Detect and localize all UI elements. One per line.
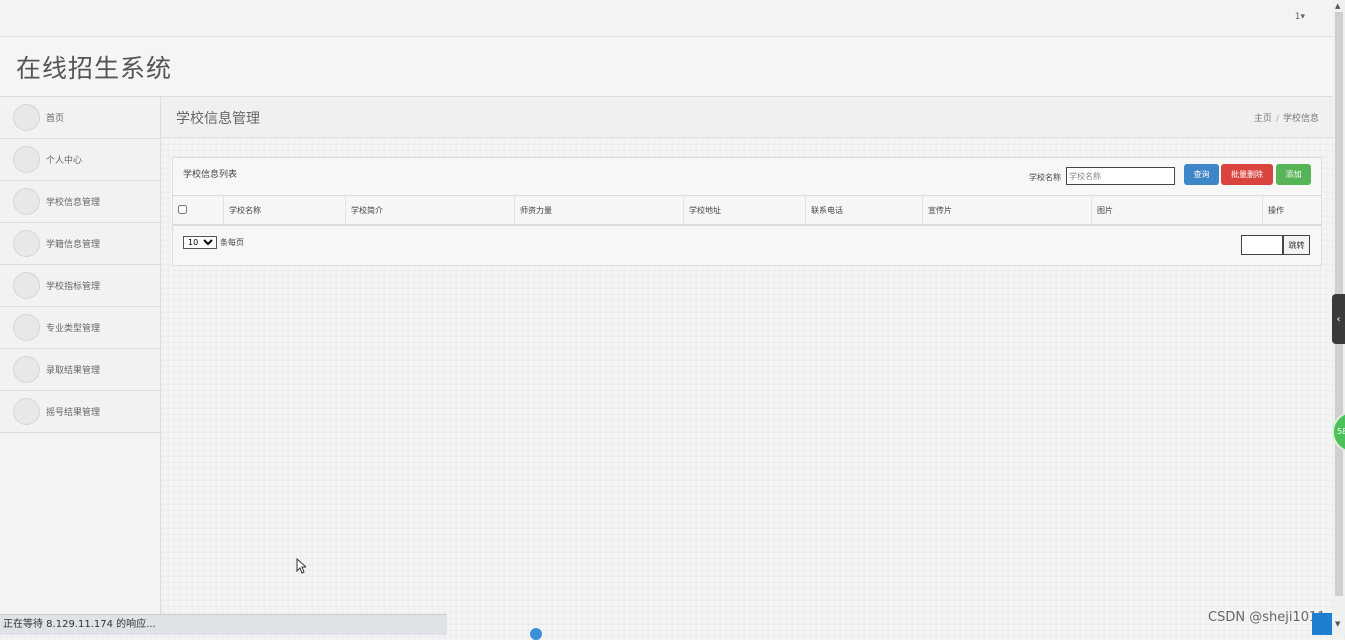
sidebar-item-personal-center[interactable]: 个人中心 — [0, 139, 160, 181]
column-header: 操作 — [1262, 195, 1321, 226]
search-label: 学校名称 — [1029, 173, 1061, 182]
sidebar-item-label: 学校信息管理 — [46, 198, 101, 208]
sidebar-item-admission-result[interactable]: 录取结果管理 — [0, 349, 160, 391]
menu-circle-icon — [13, 188, 40, 215]
column-header[interactable]: 图片 — [1091, 195, 1263, 226]
sidebar-item-student-status[interactable]: 学籍信息管理 — [0, 223, 160, 265]
sidebar-item-home[interactable]: 首页 — [0, 97, 160, 139]
select-all-cell — [173, 195, 224, 226]
browser-status-bar: 正在等待 8.129.11.174 的响应... — [0, 614, 447, 635]
menu-circle-icon — [13, 398, 40, 425]
app-header: 在线招生系统 — [0, 37, 1333, 97]
menu-circle-icon — [13, 230, 40, 257]
panel-title: 学校信息列表 — [183, 170, 238, 180]
mouse-cursor-icon — [296, 558, 306, 574]
per-page-label: 条每页 — [220, 238, 244, 247]
column-header[interactable]: 学校名称 — [223, 195, 346, 226]
menu-circle-icon — [13, 356, 40, 383]
column-header[interactable]: 学校地址 — [683, 195, 806, 226]
scroll-up-arrow-icon[interactable]: ▲ — [1335, 2, 1340, 10]
breadcrumb-current: 学校信息 — [1282, 114, 1319, 124]
chevron-left-icon: ‹ — [1336, 313, 1341, 325]
content-header: 学校信息管理 主页 / 学校信息 — [161, 97, 1333, 138]
top-bar: 1▾ — [0, 0, 1333, 37]
pager: 10 条每页 — [183, 236, 244, 249]
menu-circle-icon — [13, 272, 40, 299]
sidebar-item-label: 个人中心 — [46, 156, 83, 166]
sidebar-item-lottery-result[interactable]: 摇号结果管理 — [0, 391, 160, 433]
breadcrumb-separator: / — [1275, 114, 1279, 124]
loading-indicator-icon — [530, 628, 542, 640]
breadcrumb: 主页 / 学校信息 — [1254, 111, 1319, 124]
sidebar-item-label: 录取结果管理 — [46, 366, 101, 376]
user-menu[interactable]: 1▾ — [1295, 12, 1305, 22]
school-name-search-input[interactable] — [1066, 167, 1175, 185]
sidebar-item-school-info[interactable]: 学校信息管理 — [0, 181, 160, 223]
column-header[interactable]: 宣传片 — [922, 195, 1092, 226]
menu-circle-icon — [13, 314, 40, 341]
menu-circle-icon — [13, 146, 40, 173]
school-list-panel: 学校信息列表 学校名称 查询 批量删除 添加 学校名称 学校简介 师资力量 学校… — [172, 157, 1322, 266]
scroll-down-arrow-icon[interactable]: ▼ — [1335, 620, 1340, 628]
sidebar: 首页 个人中心 学校信息管理 学籍信息管理 学校指标管理 专业类型管理 录取结果… — [0, 97, 161, 617]
sidebar-item-school-quota[interactable]: 学校指标管理 — [0, 265, 160, 307]
collapse-panel-toggle[interactable]: ‹ — [1332, 294, 1345, 344]
sidebar-item-major-type[interactable]: 专业类型管理 — [0, 307, 160, 349]
sidebar-item-label: 学籍信息管理 — [46, 240, 101, 250]
app-title: 在线招生系统 — [16, 54, 173, 83]
page-title: 学校信息管理 — [176, 111, 260, 127]
column-header[interactable]: 联系电话 — [805, 195, 923, 226]
batch-delete-button[interactable]: 批量删除 — [1221, 164, 1273, 185]
table-header-row: 学校名称 学校简介 师资力量 学校地址 联系电话 宣传片 图片 操作 — [173, 195, 1321, 226]
select-all-checkbox[interactable] — [178, 204, 187, 214]
corner-block — [1312, 613, 1332, 635]
sidebar-item-label: 专业类型管理 — [46, 324, 101, 334]
add-button[interactable]: 添加 — [1276, 164, 1311, 185]
watermark: CSDN @sheji1011 — [1208, 610, 1326, 625]
sidebar-item-label: 首页 — [46, 114, 65, 124]
query-button[interactable]: 查询 — [1184, 164, 1219, 185]
breadcrumb-home-link[interactable]: 主页 — [1254, 114, 1272, 124]
sidebar-item-label: 学校指标管理 — [46, 282, 101, 292]
sidebar-item-label: 摇号结果管理 — [46, 408, 101, 418]
column-header[interactable]: 学校简介 — [345, 195, 515, 226]
menu-circle-icon — [13, 104, 40, 131]
caret-down-icon: ▾ — [1300, 12, 1305, 22]
school-table: 学校名称 学校简介 师资力量 学校地址 联系电话 宣传片 图片 操作 — [173, 195, 1321, 226]
jump-button[interactable]: 跳转 — [1283, 235, 1310, 255]
page-jump-input[interactable] — [1241, 235, 1283, 255]
column-header[interactable]: 师资力量 — [514, 195, 684, 226]
page-size-select[interactable]: 10 — [183, 236, 217, 249]
